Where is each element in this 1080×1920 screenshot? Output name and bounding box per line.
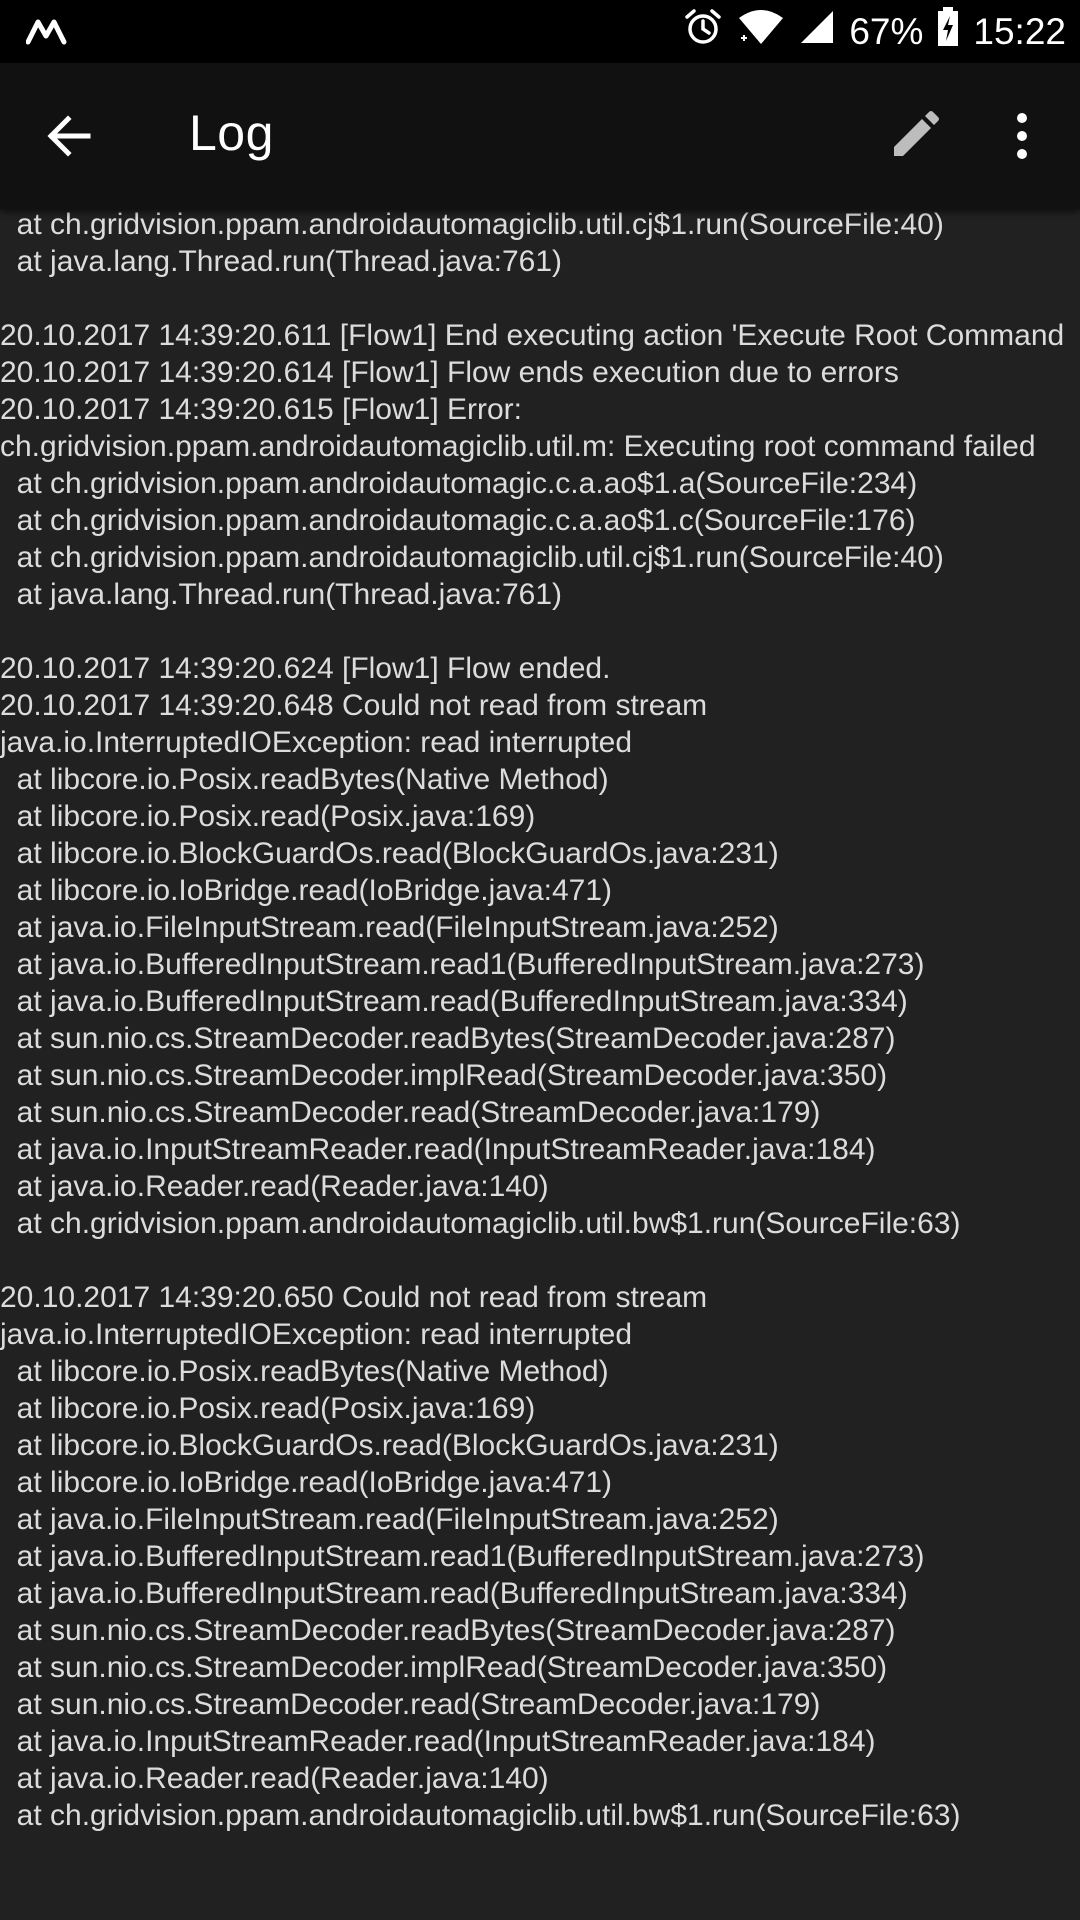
- m-logo-icon: [25, 16, 70, 46]
- back-button[interactable]: [40, 106, 100, 166]
- log-line: at java.io.BufferedInputStream.read(Buff…: [0, 1577, 908, 1610]
- log-line: at ch.gridvision.ppam.androidautomagic.c…: [0, 504, 916, 537]
- battery-charging-icon: [937, 7, 959, 56]
- log-line: at java.io.Reader.read(Reader.java:140): [0, 1170, 549, 1203]
- cell-signal-icon: [799, 9, 835, 54]
- log-line: at ch.gridvision.ppam.androidautomagicli…: [0, 541, 944, 574]
- log-line: at ch.gridvision.ppam.androidautomagicli…: [0, 1799, 961, 1832]
- log-line: at libcore.io.IoBridge.read(IoBridge.jav…: [0, 874, 613, 907]
- more-options-button[interactable]: [1000, 106, 1044, 166]
- log-line: at java.io.FileInputStream.read(FileInpu…: [0, 911, 779, 944]
- log-line: 20.10.2017 14:39:20.624 [Flow1] Flow end…: [0, 652, 611, 685]
- status-bar: 67% 15:22: [0, 0, 1080, 63]
- app-bar: Log: [0, 63, 1080, 209]
- log-scroll-area[interactable]: at ch.gridvision.ppam.androidautomagicli…: [0, 209, 1080, 1920]
- edit-button[interactable]: [884, 106, 944, 166]
- log-line: at java.io.BufferedInputStream.read(Buff…: [0, 985, 908, 1018]
- log-line: ch.gridvision.ppam.androidautomagiclib.u…: [0, 430, 1036, 463]
- log-line: at java.io.Reader.read(Reader.java:140): [0, 1762, 549, 1795]
- log-line: 20.10.2017 14:39:20.648 Could not read f…: [0, 689, 708, 722]
- log-line: 20.10.2017 14:39:20.614 [Flow1] Flow end…: [0, 356, 899, 389]
- log-line: at libcore.io.Posix.read(Posix.java:169): [0, 800, 536, 833]
- log-line: at java.io.BufferedInputStream.read1(Buf…: [0, 948, 925, 981]
- log-line: at ch.gridvision.ppam.androidautomagicli…: [0, 209, 944, 241]
- battery-percent: 67%: [849, 10, 924, 52]
- log-line: 20.10.2017 14:39:20.650 Could not read f…: [0, 1281, 708, 1314]
- log-line: 20.10.2017 14:39:20.615 [Flow1] Error:: [0, 393, 523, 426]
- log-line: at sun.nio.cs.StreamDecoder.readBytes(St…: [0, 1614, 896, 1647]
- log-line: at libcore.io.IoBridge.read(IoBridge.jav…: [0, 1466, 613, 1499]
- log-line: at sun.nio.cs.StreamDecoder.readBytes(St…: [0, 1022, 896, 1055]
- log-line: at java.lang.Thread.run(Thread.java:761): [0, 245, 562, 278]
- log-line: at sun.nio.cs.StreamDecoder.implRead(Str…: [0, 1651, 888, 1684]
- alarm-clock-icon: [683, 7, 723, 56]
- more-vert-icon: [1017, 113, 1027, 159]
- log-line: at java.io.InputStreamReader.read(InputS…: [0, 1133, 876, 1166]
- arrow-back-icon: [47, 115, 91, 157]
- log-line: at java.io.BufferedInputStream.read1(Buf…: [0, 1540, 925, 1573]
- log-line: at libcore.io.Posix.readBytes(Native Met…: [0, 763, 609, 796]
- log-line: at libcore.io.BlockGuardOs.read(BlockGua…: [0, 837, 779, 870]
- log-line: at libcore.io.Posix.readBytes(Native Met…: [0, 1355, 609, 1388]
- log-line: at ch.gridvision.ppam.androidautomagicli…: [0, 1207, 961, 1240]
- log-line: at libcore.io.BlockGuardOs.read(BlockGua…: [0, 1429, 779, 1462]
- log-line: java.io.InterruptedIOException: read int…: [0, 1318, 633, 1351]
- log-line: at java.io.FileInputStream.read(FileInpu…: [0, 1503, 779, 1536]
- log-line: at java.lang.Thread.run(Thread.java:761): [0, 578, 562, 611]
- pencil-icon: [894, 111, 939, 156]
- wifi-icon: [737, 8, 785, 55]
- log-line: at libcore.io.Posix.read(Posix.java:169): [0, 1392, 536, 1425]
- log-line: 20.10.2017 14:39:20.611 [Flow1] End exec…: [0, 319, 1065, 352]
- log-line: at ch.gridvision.ppam.androidautomagic.c…: [0, 467, 918, 500]
- log-line: at sun.nio.cs.StreamDecoder.implRead(Str…: [0, 1059, 888, 1092]
- log-line: at sun.nio.cs.StreamDecoder.read(StreamD…: [0, 1096, 821, 1129]
- page-title: Log: [189, 105, 274, 161]
- log-line: at sun.nio.cs.StreamDecoder.read(StreamD…: [0, 1688, 821, 1721]
- status-time: 15:22: [973, 10, 1066, 52]
- log-content: at ch.gridvision.ppam.androidautomagicli…: [0, 209, 1080, 1834]
- status-icons: 67% 15:22: [683, 0, 1066, 63]
- log-line: java.io.InterruptedIOException: read int…: [0, 726, 633, 759]
- log-line: at java.io.InputStreamReader.read(InputS…: [0, 1725, 876, 1758]
